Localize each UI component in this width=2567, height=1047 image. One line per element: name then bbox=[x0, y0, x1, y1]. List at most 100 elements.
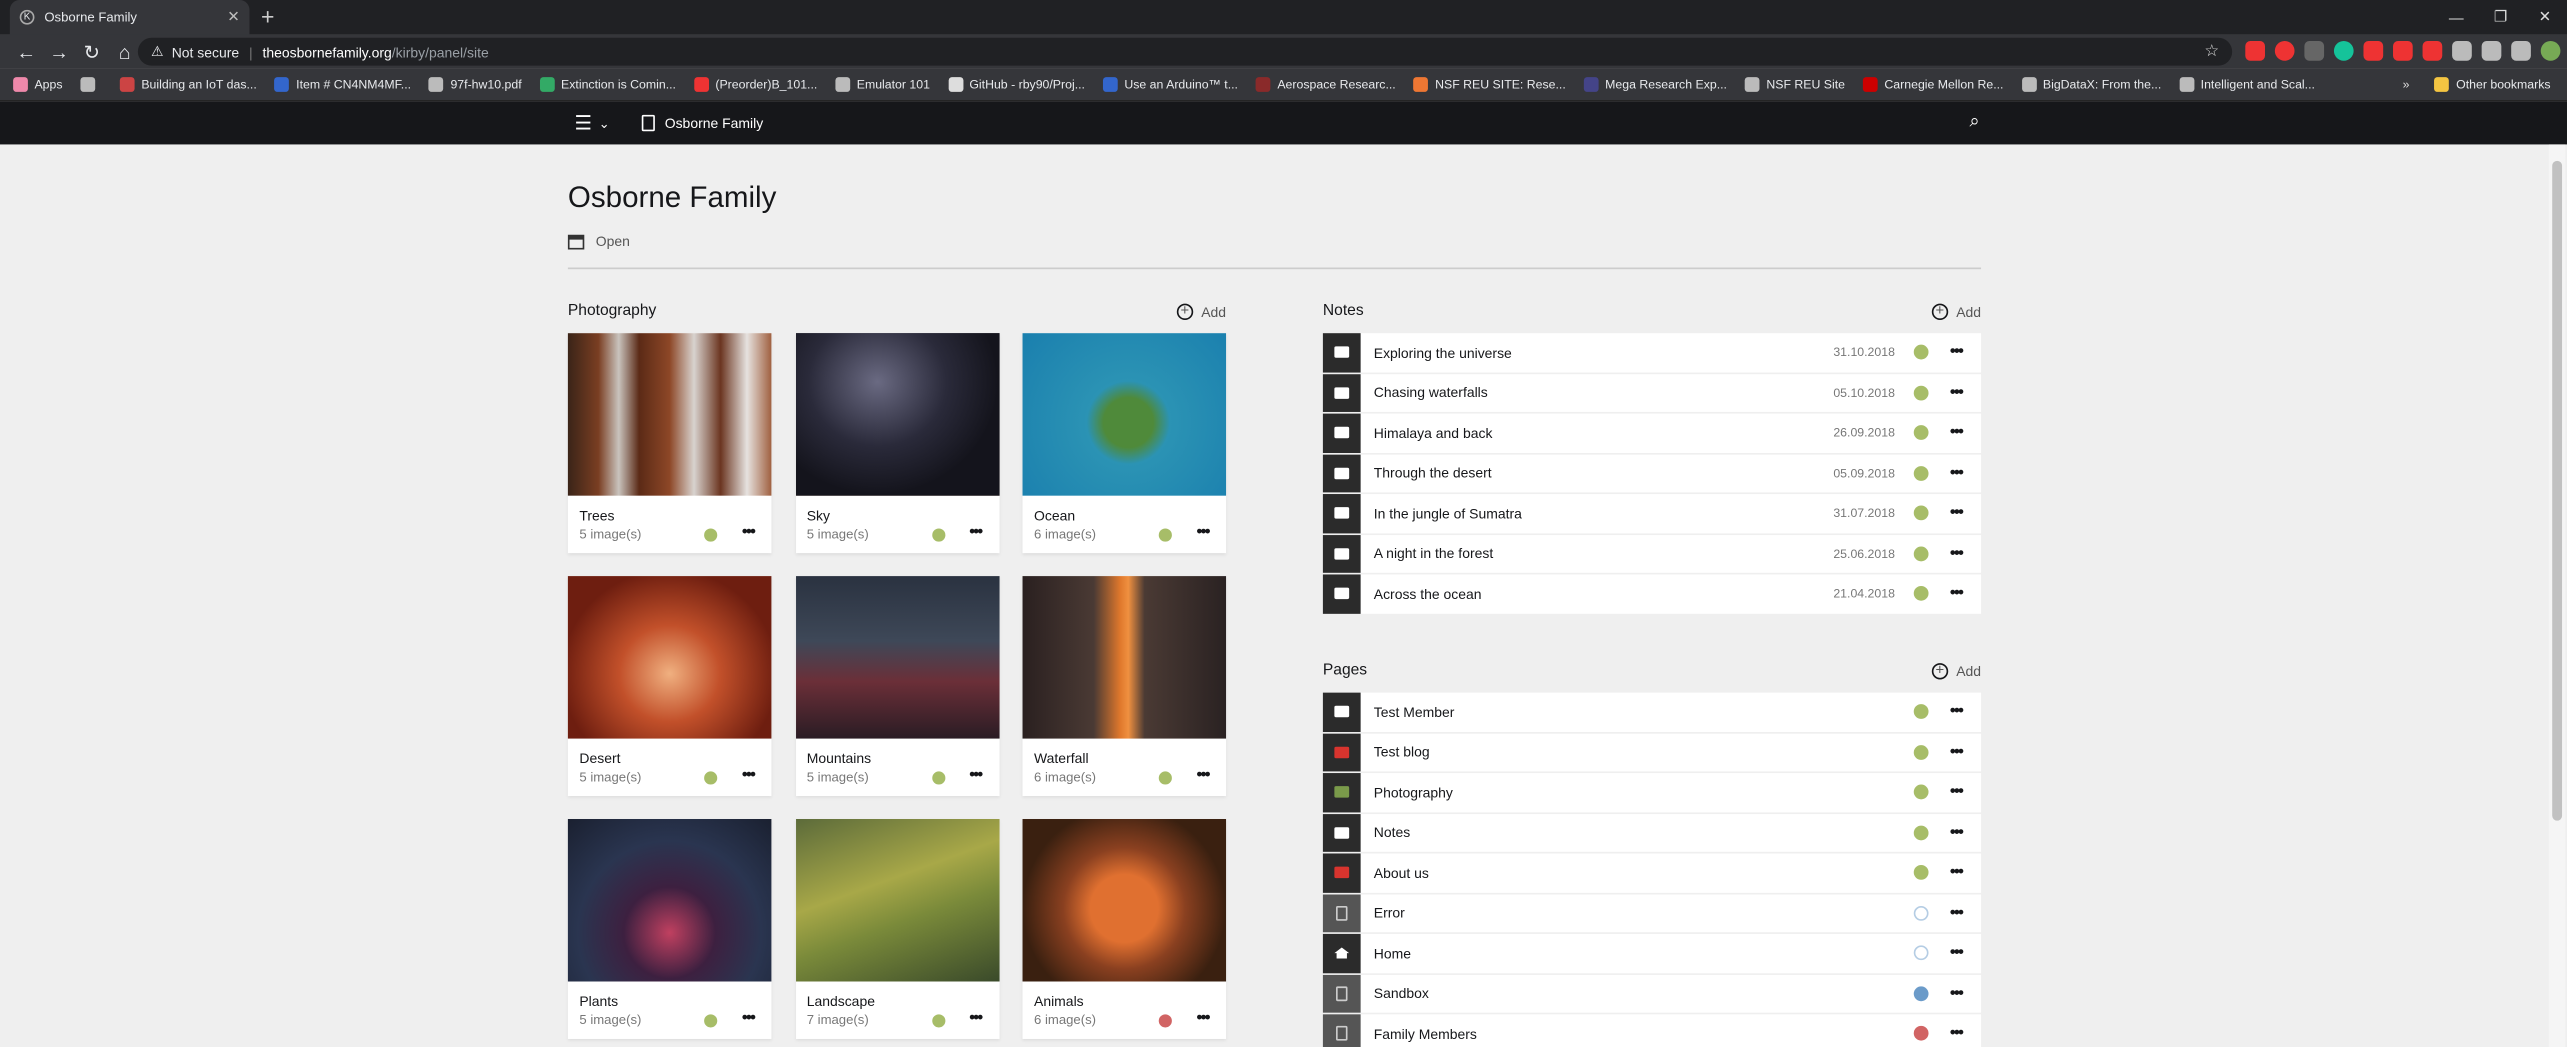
note-row[interactable]: Exploring the universe 31.10.2018 ••• bbox=[1322, 333, 1982, 372]
photo-thumbnail[interactable] bbox=[795, 576, 999, 739]
site-breadcrumb[interactable]: Osborne Family bbox=[641, 114, 763, 132]
status-icon[interactable] bbox=[1913, 905, 1929, 921]
page-row[interactable]: Test Member ••• bbox=[1322, 692, 1982, 732]
status-icon[interactable] bbox=[704, 771, 718, 785]
page-row[interactable]: Error ••• bbox=[1322, 893, 1982, 933]
photo-card[interactable]: Plants 5 image(s) ••• bbox=[567, 819, 772, 1039]
options-icon[interactable]: ••• bbox=[1950, 904, 1964, 922]
minimize-icon[interactable]: — bbox=[2434, 0, 2478, 34]
options-icon[interactable]: ••• bbox=[1950, 343, 1964, 361]
bookmark-item[interactable] bbox=[80, 77, 102, 92]
options-icon[interactable]: ••• bbox=[969, 766, 983, 784]
extension-icon[interactable] bbox=[2422, 41, 2443, 61]
options-icon[interactable]: ••• bbox=[969, 524, 983, 542]
photo-card[interactable]: Ocean 6 image(s) ••• bbox=[1022, 333, 1227, 554]
options-icon[interactable]: ••• bbox=[1950, 424, 1964, 442]
options-icon[interactable]: ••• bbox=[742, 524, 756, 542]
photo-thumbnail[interactable] bbox=[567, 333, 772, 496]
options-icon[interactable]: ••• bbox=[742, 1009, 756, 1027]
search-icon[interactable]: ⌕ bbox=[1970, 112, 1980, 133]
bookmark-item[interactable]: 97f-hw10.pdf bbox=[429, 77, 522, 92]
options-icon[interactable]: ••• bbox=[742, 766, 756, 784]
photo-thumbnail[interactable] bbox=[567, 576, 772, 739]
photo-card[interactable]: Animals 6 image(s) ••• bbox=[1022, 819, 1227, 1039]
options-icon[interactable]: ••• bbox=[1950, 384, 1964, 402]
page-row[interactable]: About us ••• bbox=[1322, 853, 1982, 893]
options-icon[interactable]: ••• bbox=[969, 1009, 983, 1027]
note-row[interactable]: Across the ocean 21.04.2018 ••• bbox=[1322, 574, 1982, 614]
photo-thumbnail[interactable] bbox=[567, 819, 772, 982]
pages-add-button[interactable]: + Add bbox=[1931, 662, 1981, 679]
photo-thumbnail[interactable] bbox=[795, 333, 999, 496]
options-icon[interactable]: ••• bbox=[1197, 1009, 1211, 1027]
status-icon[interactable] bbox=[931, 528, 945, 542]
photo-card[interactable]: Mountains 5 image(s) ••• bbox=[795, 576, 999, 797]
status-icon[interactable] bbox=[931, 771, 945, 785]
options-icon[interactable]: ••• bbox=[1950, 703, 1964, 721]
photo-card[interactable]: Desert 5 image(s) ••• bbox=[567, 576, 772, 797]
options-icon[interactable]: ••• bbox=[1950, 464, 1964, 482]
media-icon[interactable] bbox=[2481, 41, 2502, 61]
note-row[interactable]: Through the desert 05.09.2018 ••• bbox=[1322, 453, 1982, 493]
options-icon[interactable]: ••• bbox=[1950, 783, 1964, 801]
note-row[interactable]: Himalaya and back 26.09.2018 ••• bbox=[1322, 413, 1982, 453]
status-icon[interactable] bbox=[1913, 744, 1929, 760]
photo-thumbnail[interactable] bbox=[1022, 819, 1227, 982]
bookmark-item[interactable]: Aerospace Researc... bbox=[1256, 77, 1396, 92]
open-button[interactable]: Open bbox=[567, 233, 630, 249]
new-tab-button[interactable]: + bbox=[261, 3, 274, 29]
bookmark-item[interactable]: Emulator 101 bbox=[835, 77, 930, 92]
extension-icon[interactable] bbox=[2304, 41, 2325, 61]
page-row[interactable]: Home ••• bbox=[1322, 933, 1982, 973]
options-icon[interactable]: ••• bbox=[1197, 524, 1211, 542]
status-icon[interactable] bbox=[1913, 986, 1929, 1001]
status-icon[interactable] bbox=[1913, 465, 1929, 481]
close-window-icon[interactable]: ✕ bbox=[2523, 0, 2567, 34]
photography-add-button[interactable]: + Add bbox=[1176, 302, 1226, 320]
extension-icon[interactable] bbox=[2393, 41, 2413, 61]
page-row[interactable]: Photography ••• bbox=[1322, 773, 1982, 812]
options-icon[interactable]: ••• bbox=[1950, 824, 1964, 842]
bookmark-item[interactable]: Item # CN4NM4MF... bbox=[274, 77, 411, 92]
photo-card[interactable]: Waterfall 6 image(s) ••• bbox=[1022, 576, 1227, 797]
photo-card[interactable]: Trees 5 image(s) ••• bbox=[567, 333, 772, 554]
note-row[interactable]: A night in the forest 25.06.2018 ••• bbox=[1322, 534, 1982, 573]
photo-card[interactable]: Sky 5 image(s) ••• bbox=[795, 333, 999, 554]
scrollbar[interactable] bbox=[2548, 144, 2566, 1047]
page-row[interactable]: Sandbox ••• bbox=[1322, 974, 1982, 1013]
page-row[interactable]: Family Members ••• bbox=[1322, 1014, 1982, 1047]
reload-icon[interactable]: ↻ bbox=[75, 40, 108, 63]
options-icon[interactable]: ••• bbox=[1197, 766, 1211, 784]
avatar[interactable] bbox=[2540, 41, 2561, 61]
status-icon[interactable] bbox=[704, 528, 718, 542]
options-icon[interactable]: ••• bbox=[1950, 864, 1964, 882]
home-icon[interactable]: ⌂ bbox=[108, 40, 141, 63]
browser-tab[interactable]: K Osborne Family ✕ bbox=[9, 0, 250, 35]
notes-add-button[interactable]: + Add bbox=[1931, 302, 1981, 320]
back-icon[interactable]: ← bbox=[10, 40, 43, 63]
scrollbar-thumb[interactable] bbox=[2552, 160, 2563, 821]
status-icon[interactable] bbox=[1158, 528, 1172, 542]
bookmark-item[interactable]: Extinction is Comin... bbox=[539, 77, 676, 92]
photo-thumbnail[interactable] bbox=[1022, 576, 1227, 739]
status-icon[interactable] bbox=[704, 1014, 718, 1028]
status-icon[interactable] bbox=[1913, 546, 1929, 561]
youtube-extension-icon[interactable] bbox=[2245, 41, 2265, 61]
bookmark-item[interactable]: Use an Arduino™ t... bbox=[1103, 77, 1238, 92]
tab-search-icon[interactable] bbox=[2511, 41, 2531, 61]
bookmark-item[interactable]: NSF REU Site bbox=[1745, 77, 1845, 92]
options-icon[interactable]: ••• bbox=[1950, 545, 1964, 563]
note-row[interactable]: Chasing waterfalls 05.10.2018 ••• bbox=[1322, 373, 1982, 412]
other-bookmarks[interactable]: Other bookmarks bbox=[2434, 77, 2551, 92]
status-icon[interactable] bbox=[1158, 771, 1172, 785]
forward-icon[interactable]: → bbox=[43, 40, 76, 63]
bookmark-item[interactable]: Building an IoT das... bbox=[119, 77, 257, 92]
restore-icon[interactable]: ❐ bbox=[2478, 0, 2522, 34]
bookmark-item[interactable]: BigDataX: From the... bbox=[2021, 77, 2161, 92]
status-icon[interactable] bbox=[1913, 825, 1929, 840]
status-icon[interactable] bbox=[931, 1014, 945, 1028]
status-icon[interactable] bbox=[1158, 1014, 1172, 1028]
options-icon[interactable]: ••• bbox=[1950, 944, 1964, 962]
bookmark-item[interactable]: Mega Research Exp... bbox=[1583, 77, 1727, 92]
bookmark-item[interactable]: GitHub - rby90/Proj... bbox=[948, 77, 1085, 92]
